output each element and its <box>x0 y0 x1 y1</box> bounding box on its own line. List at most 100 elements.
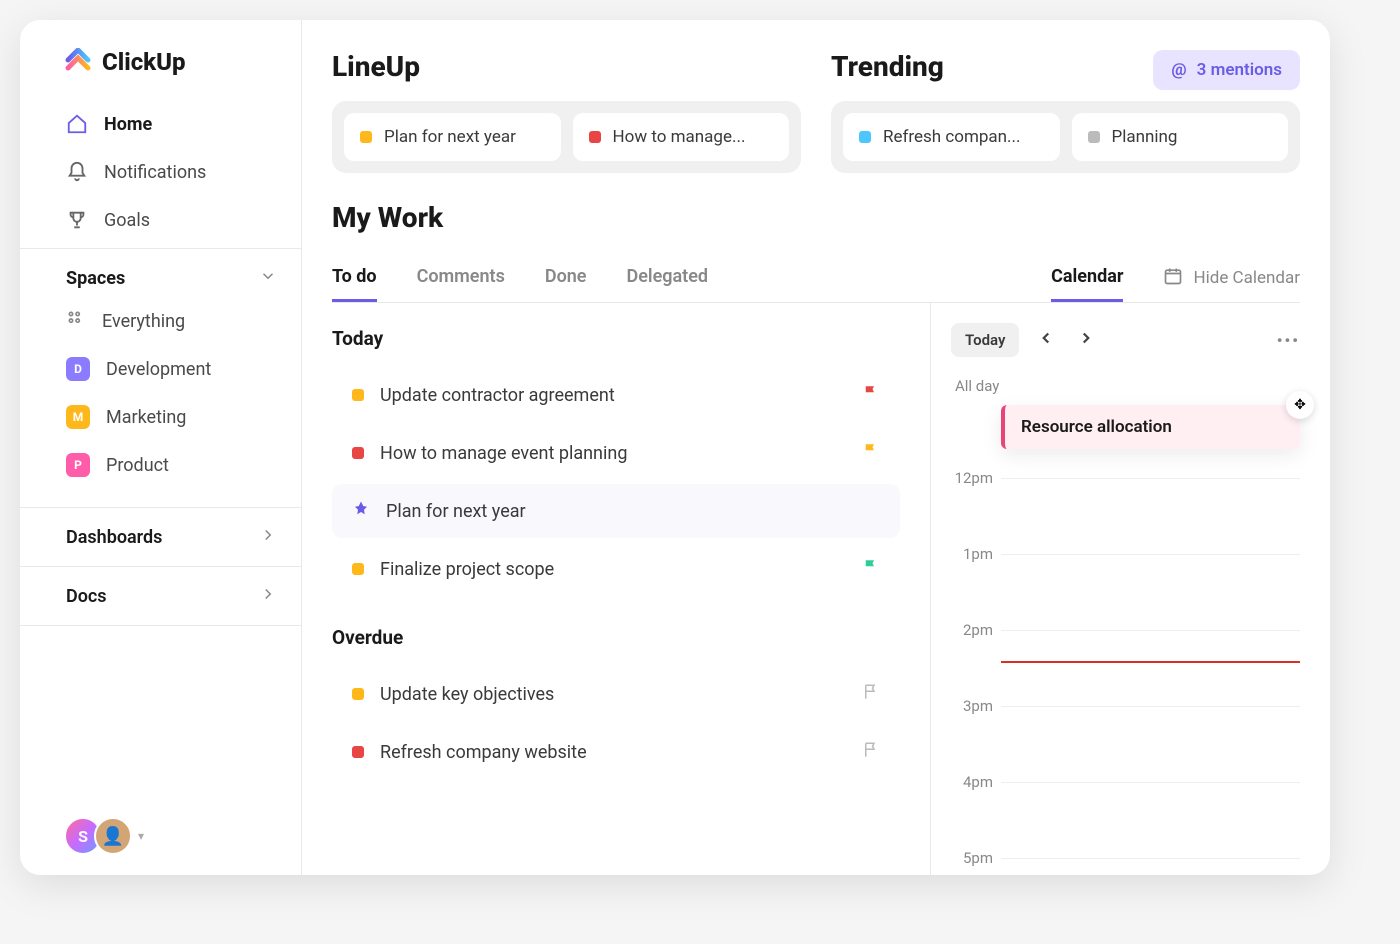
time-row: 1pm <box>951 545 1300 621</box>
logo-text: ClickUp <box>102 48 186 76</box>
group-overdue-label: Overdue <box>332 626 900 649</box>
move-handle-icon[interactable]: ✥ <box>1286 391 1314 419</box>
tab-comments[interactable]: Comments <box>417 254 505 302</box>
status-dot <box>352 447 364 459</box>
status-dot <box>1088 131 1100 143</box>
hide-calendar-button[interactable]: Hide Calendar <box>1163 266 1300 291</box>
time-label: 5pm <box>951 849 1001 867</box>
tasks-column: Today Update contractor agreement How to… <box>332 303 930 875</box>
chevron-right-icon <box>259 526 277 548</box>
nav-item-notifications[interactable]: Notifications <box>20 148 301 196</box>
trending-cards: Refresh compan... Planning <box>831 101 1300 173</box>
card-label: How to manage... <box>613 127 746 147</box>
status-dot <box>589 131 601 143</box>
logo[interactable]: ClickUp <box>20 20 301 96</box>
task-item[interactable]: Update key objectives <box>332 667 900 721</box>
grid-line <box>1001 630 1300 631</box>
current-time-indicator <box>1001 661 1300 663</box>
chevron-down-icon <box>259 267 277 289</box>
nav-item-home[interactable]: Home <box>20 100 301 148</box>
status-dot <box>859 131 871 143</box>
prev-button[interactable] <box>1033 325 1059 355</box>
tab-todo[interactable]: To do <box>332 254 377 302</box>
time-label: 12pm <box>951 469 1001 487</box>
nav-item-goals[interactable]: Goals <box>20 196 301 244</box>
status-dot <box>352 688 364 700</box>
task-label: Refresh company website <box>380 742 846 763</box>
time-label: 4pm <box>951 773 1001 791</box>
sidebar-footer: S 👤 ▾ <box>20 797 301 875</box>
space-item-product[interactable]: P Product <box>20 441 301 489</box>
calendar-event[interactable]: Resource allocation ✥ <box>1001 405 1300 449</box>
flag-icon[interactable] <box>862 442 880 464</box>
flag-icon[interactable] <box>862 741 880 763</box>
calendar-icon <box>1163 266 1183 291</box>
tab-done[interactable]: Done <box>545 254 587 302</box>
grid-line <box>1001 706 1300 707</box>
mywork-heading: My Work <box>332 201 1300 234</box>
tabs-right: Calendar Hide Calendar <box>1051 254 1300 302</box>
time-row: 3pm <box>951 697 1300 773</box>
overdue-task-list: Update key objectives Refresh company we… <box>332 667 900 779</box>
grid-line <box>1001 782 1300 783</box>
task-item[interactable]: Finalize project scope <box>332 542 900 596</box>
avatar: 👤 <box>94 817 132 855</box>
tab-delegated[interactable]: Delegated <box>627 254 709 302</box>
time-label: 3pm <box>951 697 1001 715</box>
card-label: Planning <box>1112 127 1178 147</box>
lineup-card[interactable]: Plan for next year <box>344 113 561 161</box>
task-item[interactable]: How to manage event planning <box>332 426 900 480</box>
flag-icon[interactable] <box>862 683 880 705</box>
bell-icon <box>66 161 88 183</box>
trending-card[interactable]: Planning <box>1072 113 1289 161</box>
time-grid: 12pm 1pm 2pm 3pm 4pm 5pm <box>951 469 1300 875</box>
space-item-development[interactable]: D Development <box>20 345 301 393</box>
today-task-list: Update contractor agreement How to manag… <box>332 368 900 596</box>
time-row: 12pm <box>951 469 1300 545</box>
more-button[interactable]: ••• <box>1277 331 1300 350</box>
grid-line <box>1001 554 1300 555</box>
flag-icon[interactable] <box>862 558 880 580</box>
task-label: Update key objectives <box>380 684 846 705</box>
next-button[interactable] <box>1073 325 1099 355</box>
allday-label: All day <box>951 377 1300 395</box>
status-dot <box>360 131 372 143</box>
everything-item[interactable]: Everything <box>20 297 301 345</box>
trending-card[interactable]: Refresh compan... <box>843 113 1060 161</box>
home-icon <box>66 113 88 135</box>
event-label: Resource allocation <box>1021 417 1172 437</box>
today-button[interactable]: Today <box>951 323 1019 357</box>
group-today-label: Today <box>332 327 900 350</box>
status-dot <box>352 563 364 575</box>
tab-calendar[interactable]: Calendar <box>1051 254 1123 302</box>
task-label: Finalize project scope <box>380 559 846 580</box>
dashboards-row[interactable]: Dashboards <box>20 507 301 566</box>
flag-icon[interactable] <box>862 384 880 406</box>
lineup-card[interactable]: How to manage... <box>573 113 790 161</box>
sidebar: ClickUp Home Notifications Goals Spaces <box>20 20 302 875</box>
task-item[interactable]: Refresh company website <box>332 725 900 779</box>
time-label: 1pm <box>951 545 1001 563</box>
nav-label: Home <box>104 114 152 135</box>
task-item[interactable]: Plan for next year <box>332 484 900 538</box>
task-label: Plan for next year <box>386 501 880 522</box>
nav-label: Goals <box>104 210 150 231</box>
docs-row[interactable]: Docs <box>20 566 301 626</box>
time-row: 2pm <box>951 621 1300 697</box>
calendar-column: Today ••• All day Resource allocation ✥ … <box>930 303 1300 875</box>
chevron-right-icon <box>259 585 277 607</box>
calendar-header: Today ••• <box>951 323 1300 357</box>
time-label: 2pm <box>951 621 1001 639</box>
mentions-badge[interactable]: @ 3 mentions <box>1153 50 1300 90</box>
avatar-stack[interactable]: S 👤 <box>64 817 132 855</box>
hide-calendar-label: Hide Calendar <box>1193 268 1300 288</box>
task-item[interactable]: Update contractor agreement <box>332 368 900 422</box>
space-item-marketing[interactable]: M Marketing <box>20 393 301 441</box>
card-label: Refresh compan... <box>883 127 1021 147</box>
grid-line <box>1001 858 1300 859</box>
tabs-row: To do Comments Done Delegated Calendar H… <box>332 254 1300 303</box>
space-badge: D <box>66 357 90 381</box>
caret-down-icon[interactable]: ▾ <box>138 829 144 843</box>
spaces-header[interactable]: Spaces <box>20 267 301 297</box>
mentions-label: 3 mentions <box>1197 60 1282 80</box>
